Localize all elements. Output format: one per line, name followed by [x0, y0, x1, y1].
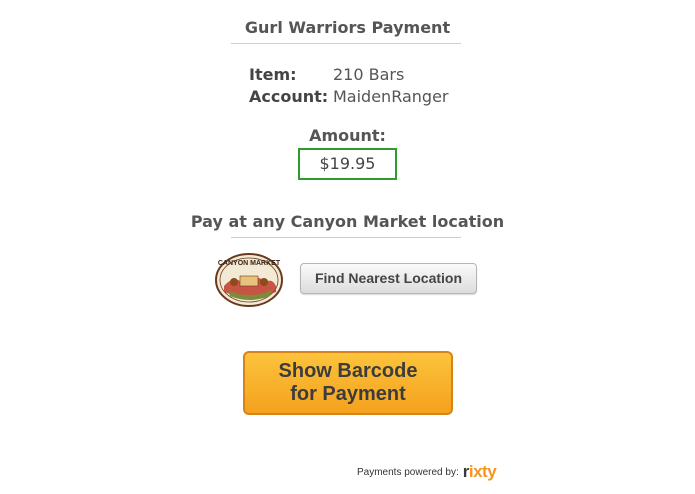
account-row: Account: MaidenRanger	[249, 86, 448, 108]
barcode-button-line1: Show Barcode	[278, 360, 418, 382]
location-title: Pay at any Canyon Market location	[190, 212, 505, 231]
barcode-button-line2: for Payment	[290, 383, 406, 405]
canyon-market-logo-icon: CANYON MARKET	[215, 253, 283, 307]
show-barcode-button[interactable]: Show Barcode for Payment	[243, 351, 453, 415]
order-details: Item: 210 Bars Account: MaidenRanger	[249, 64, 448, 108]
account-value: MaidenRanger	[333, 87, 449, 106]
item-row: Item: 210 Bars	[249, 64, 448, 86]
amount-label: Amount:	[309, 126, 386, 145]
powered-by: Payments powered by: rixty	[357, 462, 497, 482]
item-label: Item:	[249, 65, 297, 84]
canyon-market-logo: CANYON MARKET	[214, 252, 284, 308]
page-title: Gurl Warriors Payment	[244, 18, 451, 37]
title-divider	[231, 43, 461, 44]
logo-text: CANYON MARKET	[218, 260, 281, 267]
rixty-logo: rixty	[462, 462, 497, 481]
account-label: Account:	[249, 87, 329, 106]
amount-value: $19.95	[298, 148, 397, 180]
item-value: 210 Bars	[333, 65, 405, 84]
find-nearest-location-button[interactable]: Find Nearest Location	[300, 263, 477, 294]
location-divider	[231, 237, 461, 238]
powered-by-text: Payments powered by:	[357, 466, 459, 478]
